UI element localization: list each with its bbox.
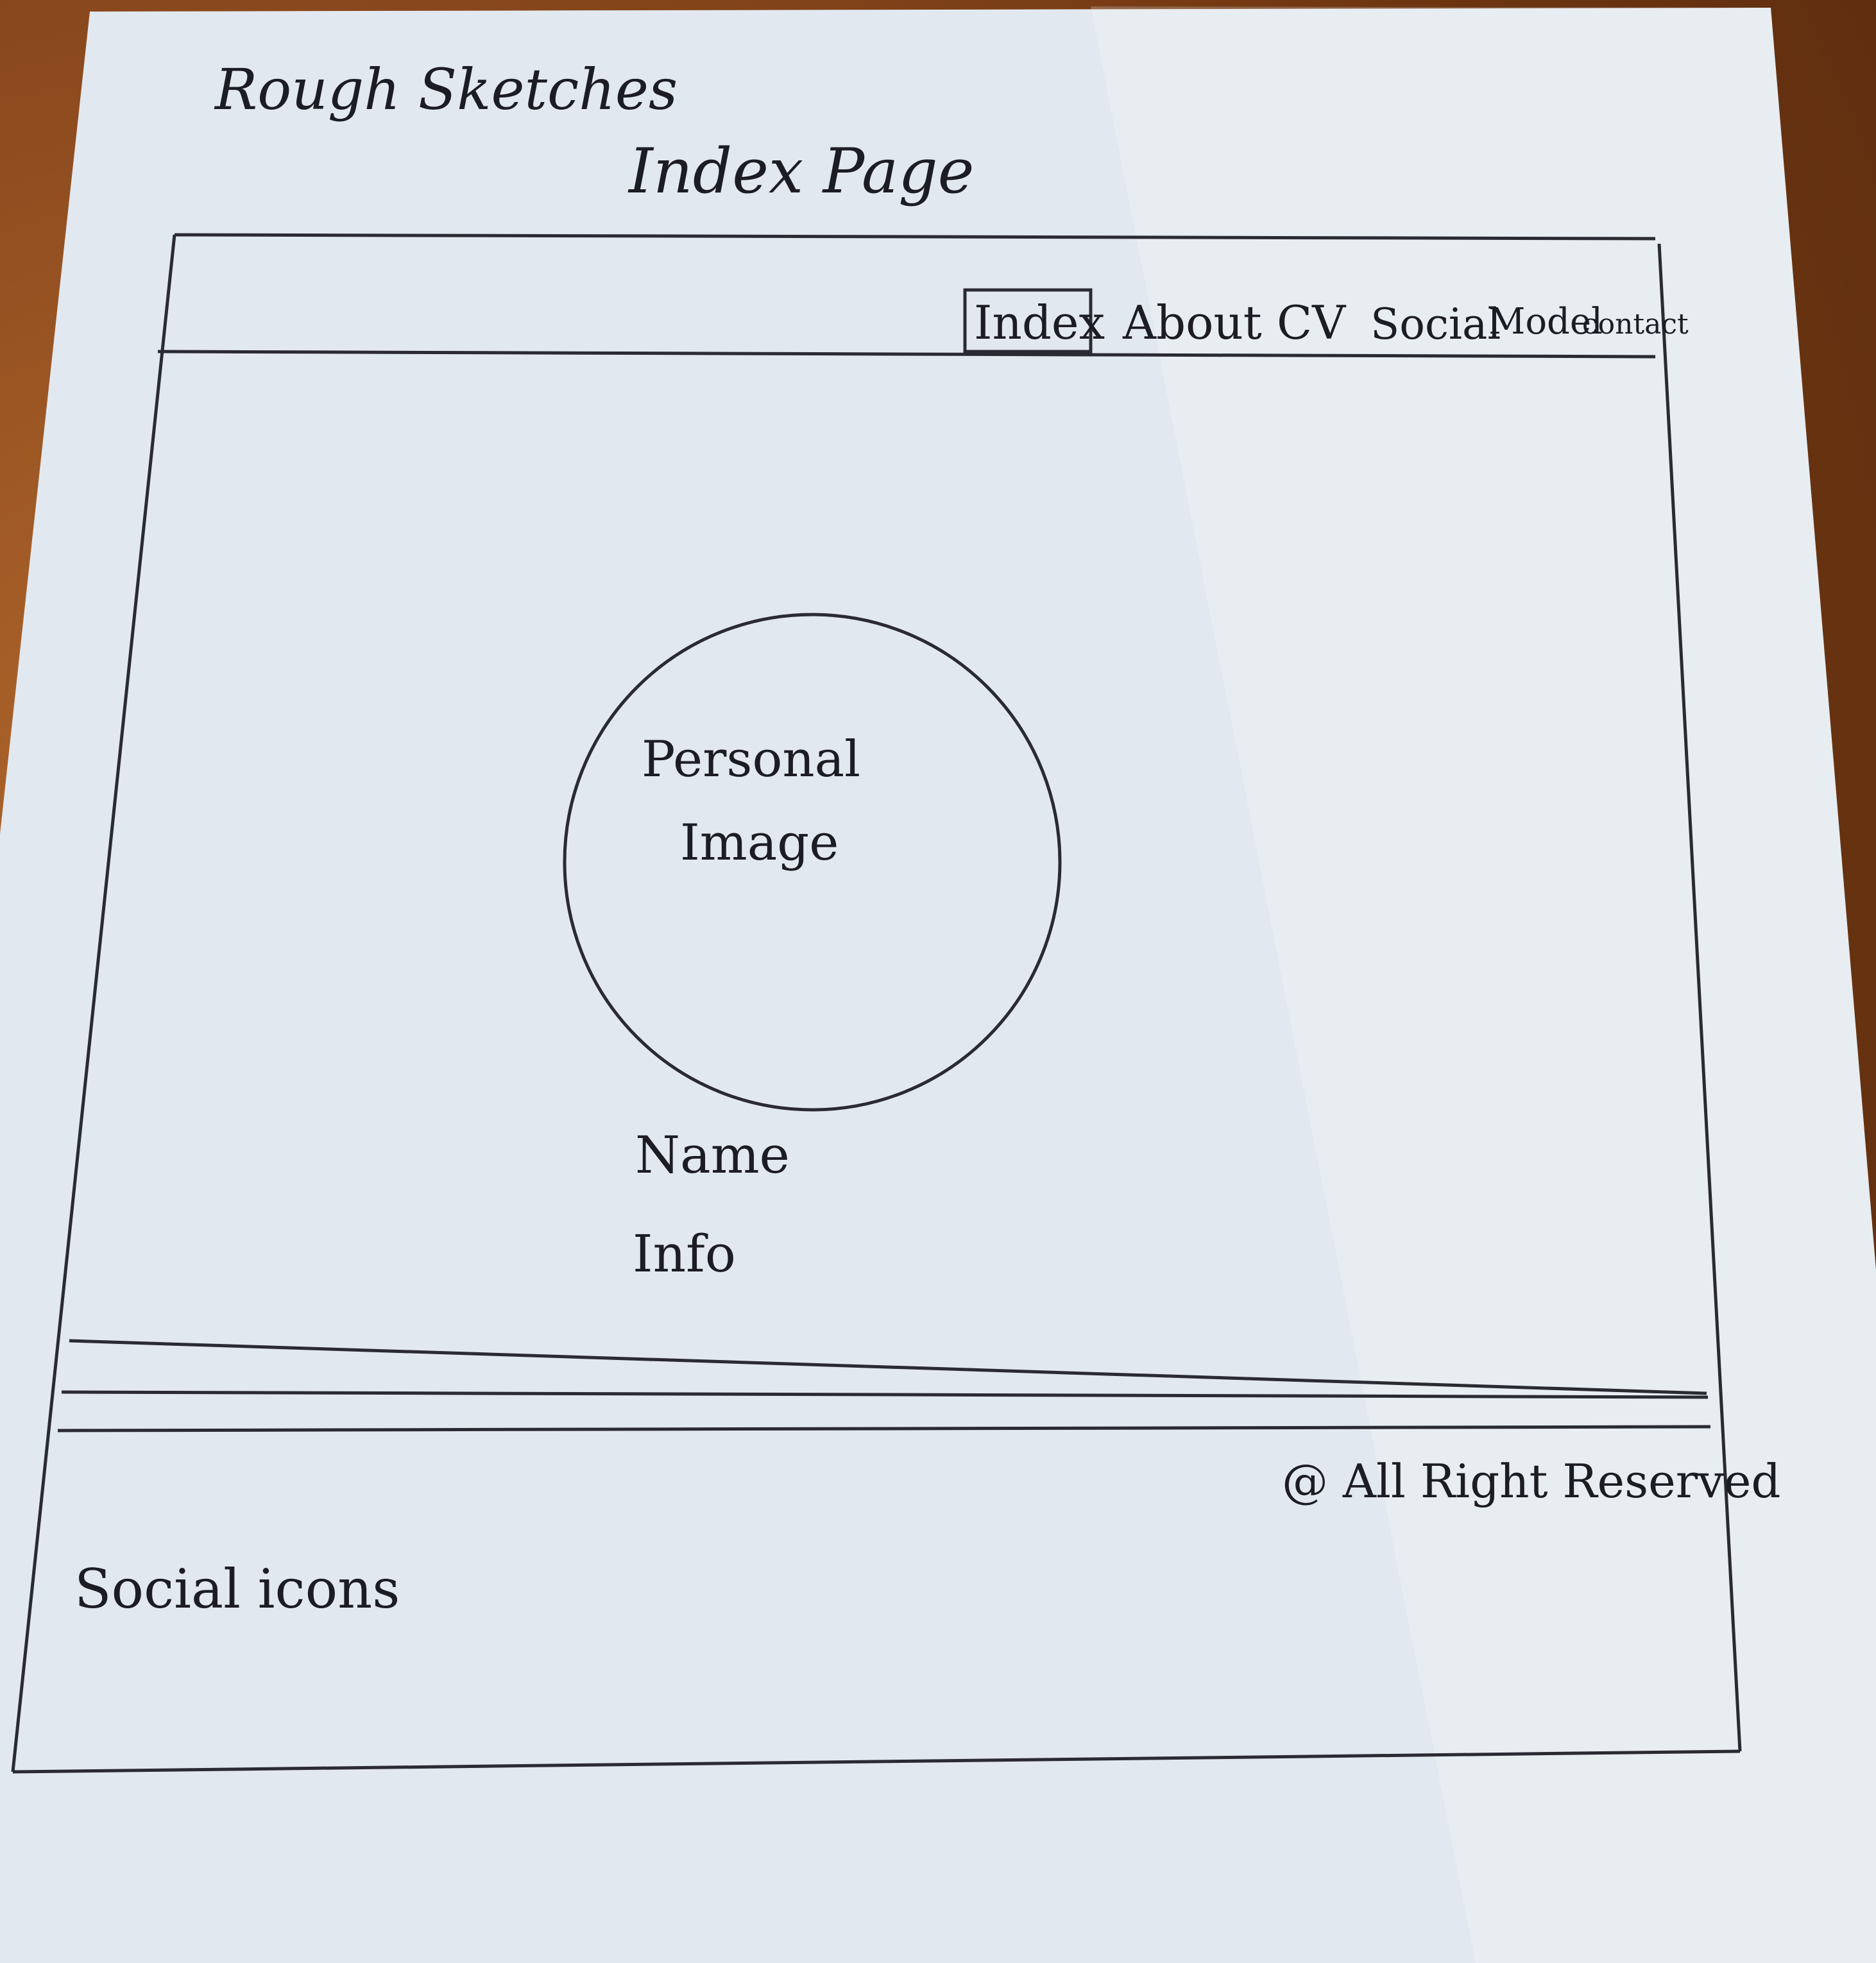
nav-item-social[interactable]: Social [1370,300,1501,349]
personal-image-label-1: Personal [642,731,860,788]
personal-image-label-2: Image [680,814,839,872]
sketch-heading: Rough Sketches [214,56,678,123]
nav-item-cv[interactable]: CV [1277,296,1347,350]
nav-item-contact[interactable]: contact [1582,308,1689,341]
sketch-page-title: Index Page [627,135,974,207]
nav-item-index[interactable]: Index [974,296,1105,350]
copyright-text: @ All Right Reserved [1282,1454,1781,1508]
info-label: Info [633,1224,736,1284]
nav-item-about[interactable]: About [1122,296,1262,350]
social-icons-label: Social icons [74,1558,400,1620]
sketch-canvas: Rough Sketches Index Page Index About CV… [0,6,1876,1963]
name-label: Name [635,1125,790,1185]
